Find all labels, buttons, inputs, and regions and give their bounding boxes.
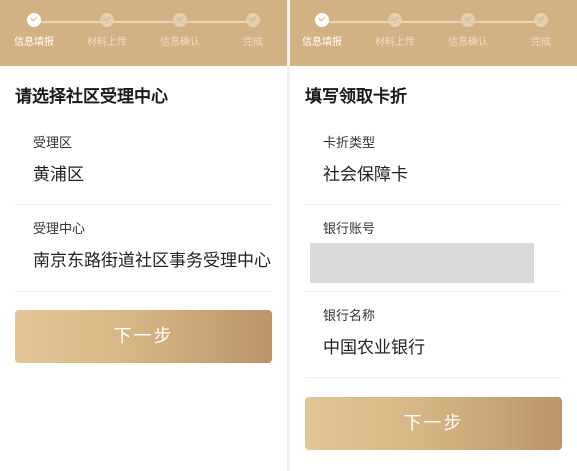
section-title: 填写领取卡折 — [305, 87, 407, 107]
check-icon — [173, 13, 187, 27]
step-label: 材料上传 — [375, 37, 415, 48]
step-label: 完成 — [531, 37, 551, 48]
progress-steps: 信息填报 材料上传 信息确认 完成 — [290, 0, 577, 66]
step-label: 信息填报 — [14, 37, 54, 48]
check-icon — [534, 13, 548, 27]
next-button[interactable]: 下一步 — [305, 397, 562, 450]
center-field[interactable]: 受理中心 南京东路街道社区事务受理中心 — [15, 205, 272, 292]
step-info: 信息填报 — [290, 13, 358, 48]
step-label: 信息确认 — [160, 37, 200, 48]
bank-name-field[interactable]: 银行名称 中国农业银行 — [305, 292, 562, 378]
step-done: 完成 — [505, 13, 577, 48]
bank-account-field[interactable]: 银行账号 — [305, 205, 562, 292]
check-icon — [315, 13, 329, 27]
check-icon — [100, 13, 114, 27]
step-label: 信息填报 — [302, 37, 342, 48]
field-label: 受理中心 — [33, 222, 86, 237]
bank-account-input-masked[interactable] — [310, 243, 534, 283]
field-value[interactable]: 黄浦区 — [33, 160, 257, 185]
check-icon — [461, 13, 475, 27]
card-type-field[interactable]: 卡折类型 社会保障卡 — [305, 120, 562, 205]
field-value[interactable]: 南京东路街道社区事务受理中心 — [33, 246, 272, 271]
step-confirm: 信息确认 — [144, 13, 216, 48]
check-icon — [246, 13, 260, 27]
step-upload: 材料上传 — [359, 13, 431, 48]
select-center-panel: 信息填报 材料上传 信息确认 完成 请选择社区受理中心 受理区 黄浦区 受理中心… — [0, 0, 287, 471]
field-label: 银行名称 — [323, 309, 376, 324]
field-label: 银行账号 — [323, 222, 376, 237]
field-label: 卡折类型 — [323, 136, 376, 151]
field-value[interactable]: 中国农业银行 — [323, 333, 547, 358]
progress-steps: 信息填报 材料上传 信息确认 完成 — [0, 0, 287, 66]
district-field[interactable]: 受理区 黄浦区 — [15, 120, 272, 205]
section-title: 请选择社区受理中心 — [15, 87, 168, 107]
step-confirm: 信息确认 — [432, 13, 504, 48]
step-done: 完成 — [217, 13, 287, 48]
next-button[interactable]: 下一步 — [15, 310, 272, 363]
card-collection-panel: 信息填报 材料上传 信息确认 完成 填写领取卡折 卡折类型 社会保障卡 银行账号… — [290, 0, 577, 471]
step-label: 材料上传 — [87, 37, 127, 48]
check-icon — [388, 13, 402, 27]
step-label: 信息确认 — [448, 37, 488, 48]
field-label: 受理区 — [33, 136, 73, 151]
field-value[interactable]: 社会保障卡 — [323, 160, 547, 185]
step-upload: 材料上传 — [71, 13, 143, 48]
step-info: 信息填报 — [0, 13, 70, 48]
check-icon — [27, 13, 41, 27]
step-label: 完成 — [243, 37, 263, 48]
